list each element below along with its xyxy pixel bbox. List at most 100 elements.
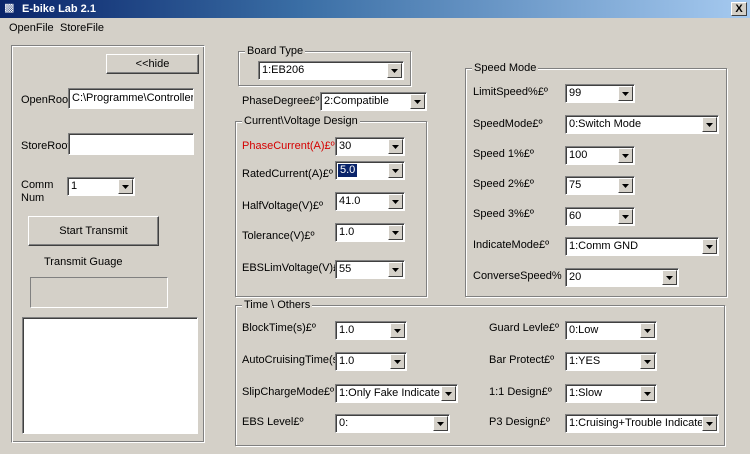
chevron-down-icon[interactable] <box>410 94 425 109</box>
speed1-select[interactable]: 100 <box>565 146 635 165</box>
phase-degree-select[interactable]: 2:Compatible <box>320 92 427 111</box>
chevron-down-icon[interactable] <box>662 270 677 285</box>
design-11-select[interactable]: 1:Slow <box>565 384 657 403</box>
tolerance-label: Tolerance(V)£º <box>242 230 315 242</box>
chevron-down-icon[interactable] <box>387 63 402 78</box>
bar-protect-select[interactable]: 1:YES <box>565 352 657 371</box>
chevron-down-icon[interactable] <box>388 163 403 178</box>
ebs-level-value: 0: <box>339 417 349 429</box>
chevron-down-icon[interactable] <box>441 386 456 401</box>
board-type-select[interactable]: 1:EB206 <box>258 61 404 80</box>
transmit-progress-bar <box>30 277 168 308</box>
open-root-label: OpenRoot <box>21 94 72 106</box>
chevron-down-icon[interactable] <box>118 179 133 194</box>
speed-mode-select[interactable]: 0:Switch Mode <box>565 115 719 134</box>
menu-bar: OpenFile StoreFile <box>0 19 750 37</box>
title-bar: ▩ E-bike Lab 2.1 X <box>0 0 750 18</box>
menu-open-file[interactable]: OpenFile <box>9 21 54 35</box>
comm-num-value: 1 <box>71 180 78 192</box>
board-type-value: 1:EB206 <box>262 64 305 76</box>
bike-app-icon: ▩ <box>4 2 15 14</box>
auto-cruising-value: 1.0 <box>339 355 355 367</box>
speed3-select[interactable]: 60 <box>565 207 635 226</box>
bar-protect-label: Bar Protect£º <box>489 354 555 366</box>
ebs-lim-voltage-select[interactable]: 55 <box>335 260 405 279</box>
p3-design-label: P3 Design£º <box>489 416 550 428</box>
store-root-input[interactable] <box>68 133 194 155</box>
slip-charge-select[interactable]: 1:Only Fake Indicate <box>335 384 458 403</box>
indicate-mode-value: 1:Comm GND <box>569 240 639 252</box>
chevron-down-icon[interactable] <box>702 239 717 254</box>
ebs-lim-voltage-label: EBSLimVoltage(V)£º <box>242 262 344 274</box>
p3-design-value: 1:Cruising+Trouble Indicate <box>569 417 704 429</box>
phase-current-value: 30 <box>339 140 352 152</box>
chevron-down-icon[interactable] <box>702 416 717 431</box>
log-listbox[interactable] <box>22 317 198 434</box>
p3-design-select[interactable]: 1:Cruising+Trouble Indicate <box>565 414 719 433</box>
chevron-down-icon[interactable] <box>702 117 717 132</box>
converse-speed-select[interactable]: 20 <box>565 268 679 287</box>
indicate-mode-label: IndicateMode£º <box>473 239 550 251</box>
block-time-select[interactable]: 1.0 <box>335 321 407 340</box>
speed3-label: Speed 3%£º <box>473 208 534 220</box>
open-root-input[interactable]: C:\Programme\Controller I <box>68 88 194 109</box>
tolerance-select[interactable]: 1.0 <box>335 223 405 242</box>
rated-current-label: RatedCurrent(A)£º <box>242 168 333 180</box>
chevron-down-icon[interactable] <box>390 354 405 369</box>
comm-num-select[interactable]: 1 <box>67 177 135 196</box>
rated-current-value: 5.0 <box>338 164 358 177</box>
close-button[interactable]: X <box>731 2 747 16</box>
transmit-gauge-label: Transmit Guage <box>44 256 123 268</box>
hide-button[interactable]: <<hide <box>106 54 199 74</box>
time-others-title: Time \ Others <box>242 299 313 312</box>
speed-mode-title: Speed Mode <box>472 62 539 75</box>
block-time-value: 1.0 <box>339 324 355 336</box>
speed2-value: 75 <box>569 179 582 191</box>
chevron-down-icon[interactable] <box>640 386 655 401</box>
chevron-down-icon[interactable] <box>388 194 403 209</box>
phase-current-select[interactable]: 30 <box>335 137 405 156</box>
close-icon: X <box>735 3 743 15</box>
speed-mode-value: 0:Switch Mode <box>569 118 642 130</box>
ebs-level-select[interactable]: 0: <box>335 414 450 433</box>
store-root-label: StoreRoot <box>21 140 71 152</box>
speed1-label: Speed 1%£º <box>473 148 534 160</box>
phase-degree-label: PhaseDegree£º <box>242 95 320 107</box>
block-time-label: BlockTime(s)£º <box>242 322 316 334</box>
design-11-label: 1:1 Design£º <box>489 386 552 398</box>
slip-charge-value: 1:Only Fake Indicate <box>339 387 440 399</box>
chevron-down-icon[interactable] <box>640 354 655 369</box>
chevron-down-icon[interactable] <box>433 416 448 431</box>
speed-mode-label: SpeedMode£º <box>473 118 543 130</box>
limit-speed-select[interactable]: 99 <box>565 84 635 103</box>
phase-degree-value: 2:Compatible <box>324 95 389 107</box>
chevron-down-icon[interactable] <box>390 323 405 338</box>
auto-cruising-select[interactable]: 1.0 <box>335 352 407 371</box>
guard-level-value: 0:Low <box>569 324 599 336</box>
speed1-value: 100 <box>569 149 588 161</box>
start-transmit-button[interactable]: Start Transmit <box>28 216 159 246</box>
chevron-down-icon[interactable] <box>618 178 633 193</box>
chevron-down-icon[interactable] <box>618 209 633 224</box>
design-11-value: 1:Slow <box>569 387 603 399</box>
slip-charge-label: SlipChargeMode£º <box>242 386 335 398</box>
chevron-down-icon[interactable] <box>388 139 403 154</box>
speed2-label: Speed 2%£º <box>473 178 534 190</box>
chevron-down-icon[interactable] <box>388 225 403 240</box>
guard-level-label: Guard Levle£º <box>489 322 560 334</box>
phase-current-label: PhaseCurrent(A)£º <box>242 140 335 152</box>
menu-store-file[interactable]: StoreFile <box>60 21 104 35</box>
bar-protect-value: 1:YES <box>569 355 601 367</box>
chevron-down-icon[interactable] <box>618 148 633 163</box>
rated-current-select[interactable]: 5.0 <box>335 161 405 180</box>
window-title: E-bike Lab 2.1 <box>22 3 96 15</box>
indicate-mode-select[interactable]: 1:Comm GND <box>565 237 719 256</box>
guard-level-select[interactable]: 0:Low <box>565 321 657 340</box>
tolerance-value: 1.0 <box>339 226 355 238</box>
limit-speed-label: LimitSpeed%£º <box>473 86 548 98</box>
speed2-select[interactable]: 75 <box>565 176 635 195</box>
half-voltage-select[interactable]: 41.0 <box>335 192 405 211</box>
chevron-down-icon[interactable] <box>388 262 403 277</box>
chevron-down-icon[interactable] <box>618 86 633 101</box>
chevron-down-icon[interactable] <box>640 323 655 338</box>
